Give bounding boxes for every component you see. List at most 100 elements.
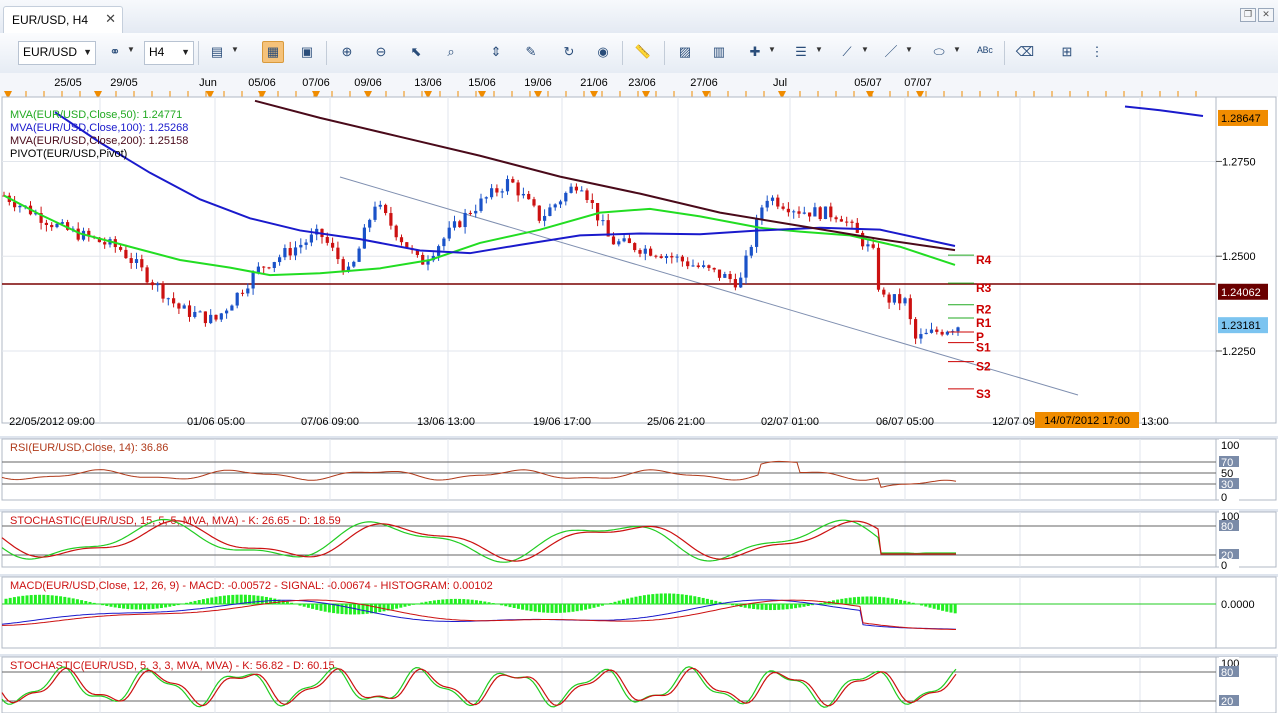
chevron-down-icon[interactable]: ▼ bbox=[231, 45, 239, 54]
panel-legend: STOCHASTIC(EUR/USD, 5, 3, 3, MVA, MVA) -… bbox=[10, 660, 335, 672]
candle-body bbox=[336, 247, 340, 260]
histogram-bar bbox=[592, 604, 596, 608]
main-y-axis: 1.2750 1.2500 1.2250 1.28647 1.24062 1.23181 bbox=[1215, 96, 1277, 424]
candle-body bbox=[717, 269, 722, 278]
candle-body bbox=[267, 267, 271, 269]
price-label: 1.23181 bbox=[1221, 320, 1261, 332]
eraser-icon[interactable]: ⌫ bbox=[1014, 41, 1036, 63]
chevron-down-icon[interactable]: ▼ bbox=[815, 45, 823, 54]
ellipse-icon[interactable]: ⬭ bbox=[928, 41, 950, 63]
histogram-bar bbox=[348, 604, 352, 615]
histogram-bar bbox=[878, 596, 882, 605]
candle-body bbox=[490, 188, 494, 198]
horizontal-lines-icon[interactable]: ☰ bbox=[790, 41, 812, 63]
candle-body bbox=[866, 244, 870, 247]
histogram-bar bbox=[474, 600, 478, 605]
ruler-icon[interactable]: 📏 bbox=[632, 41, 654, 63]
fan-icon[interactable]: ⟋ bbox=[836, 41, 858, 63]
candle-body bbox=[543, 215, 547, 221]
legend-entry: MVA(EUR/USD,Close,200): 1.25158 bbox=[10, 135, 188, 147]
fit-icon[interactable]: ⇕ bbox=[485, 41, 507, 63]
trendline-icon[interactable]: ／ bbox=[880, 41, 902, 63]
edit-icon[interactable]: ✎ bbox=[520, 41, 542, 63]
histogram-bar bbox=[525, 604, 529, 611]
candle-body bbox=[373, 206, 377, 220]
histogram-bar bbox=[936, 604, 940, 610]
symbol-select[interactable]: EUR/USD ▼ bbox=[18, 41, 96, 65]
histogram-bar bbox=[613, 601, 617, 605]
link-icon[interactable]: ⚭ bbox=[104, 41, 126, 63]
histogram-bar bbox=[848, 597, 852, 605]
histogram-bar bbox=[806, 604, 810, 606]
text-tool-icon[interactable]: ᴬᴮᶜ bbox=[974, 41, 996, 63]
histogram-bar bbox=[638, 595, 642, 605]
histogram-bar bbox=[50, 595, 54, 605]
histogram-bar bbox=[584, 604, 588, 610]
candle-body bbox=[680, 256, 684, 262]
histogram-bar bbox=[852, 597, 856, 605]
chevron-down-icon[interactable]: ▼ bbox=[953, 45, 961, 54]
close-icon[interactable]: ✕ bbox=[105, 11, 116, 27]
histogram-bar bbox=[231, 594, 235, 605]
candle-body bbox=[723, 273, 727, 278]
histogram-bar bbox=[29, 595, 33, 605]
top-date-label: 29/05 bbox=[110, 77, 138, 89]
restore-icon[interactable]: ❐ bbox=[1240, 8, 1256, 22]
histogram-bar bbox=[453, 598, 457, 605]
crosshair-icon[interactable]: ✚ bbox=[744, 41, 766, 63]
search-zoom-icon[interactable]: ⌕ bbox=[440, 41, 462, 63]
histogram-bar bbox=[319, 604, 323, 611]
chevron-down-icon[interactable]: ▼ bbox=[861, 45, 869, 54]
histogram-bar bbox=[907, 601, 911, 605]
panel-legend: RSI(EUR/USD,Close, 14): 36.86 bbox=[10, 442, 168, 454]
candle-body bbox=[119, 247, 123, 250]
chevron-down-icon[interactable]: ▼ bbox=[768, 45, 776, 54]
x-tick-label: 19/06 17:00 bbox=[533, 416, 591, 428]
candle-body bbox=[638, 250, 642, 254]
histogram-bar bbox=[466, 599, 470, 605]
histogram-bar bbox=[903, 600, 907, 605]
candle-body bbox=[166, 298, 170, 300]
candle-body bbox=[532, 199, 536, 206]
candle-body bbox=[150, 282, 154, 286]
template-icon[interactable]: ▥ bbox=[708, 41, 730, 63]
candle-body bbox=[643, 248, 647, 254]
candle-body bbox=[702, 265, 706, 267]
zoom-in-icon[interactable]: ⊕ bbox=[336, 41, 358, 63]
chart-tab[interactable]: EUR/USD, H4 ✕ bbox=[3, 6, 123, 33]
x-tick-label: 06/07 05:00 bbox=[876, 416, 934, 428]
candle-body bbox=[813, 207, 817, 217]
price-chart[interactable]: 25/05 29/05 Jun 05/06 07/06 09/06 13/06 15/06 19… bbox=[0, 73, 1278, 713]
candle-body bbox=[256, 266, 260, 273]
histogram-bar bbox=[432, 600, 436, 605]
y-tick-label: 1.2500 bbox=[1222, 251, 1256, 263]
chart-type-icon[interactable]: ▤ bbox=[206, 41, 228, 63]
timeframe-select[interactable]: H4 ▼ bbox=[144, 41, 194, 65]
refresh-icon[interactable]: ↻ bbox=[558, 41, 580, 63]
picture-icon[interactable]: ▨ bbox=[674, 41, 696, 63]
chevron-down-icon[interactable]: ▼ bbox=[127, 45, 135, 54]
hierarchy-icon[interactable]: ⊞ bbox=[1056, 41, 1078, 63]
close-window-icon[interactable]: ✕ bbox=[1258, 8, 1274, 22]
candle-body bbox=[929, 329, 934, 333]
chart-area[interactable]: 25/05 29/05 Jun 05/06 07/06 09/06 13/06 15/06 19… bbox=[0, 73, 1278, 713]
top-date-label: 25/05 bbox=[54, 77, 82, 89]
histogram-bar bbox=[164, 604, 168, 608]
candle-body bbox=[299, 244, 303, 248]
more-icon[interactable]: ⋮ bbox=[1086, 41, 1108, 63]
candle-body bbox=[145, 267, 149, 283]
histogram-bar bbox=[298, 604, 302, 606]
histogram-bar bbox=[764, 604, 768, 610]
zoom-out-icon[interactable]: ⊖ bbox=[370, 41, 392, 63]
histogram-bar bbox=[894, 599, 898, 605]
toolbar-separator bbox=[1004, 41, 1005, 65]
toolbar: EUR/USD ▼ ⚭ ▼ H4 ▼ ▤ ▼ ▦ ▣ ⊕ ⊖ ⬉ ⌕ ⇕ ✎ ↻… bbox=[0, 33, 1278, 74]
indicators-icon[interactable]: ▣ bbox=[296, 41, 318, 63]
globe-icon[interactable]: ◉ bbox=[592, 41, 614, 63]
histogram-bar bbox=[441, 599, 445, 605]
candle-body bbox=[776, 197, 780, 207]
pivot-label: R2 bbox=[976, 303, 992, 317]
chevron-down-icon[interactable]: ▼ bbox=[905, 45, 913, 54]
cursor-icon[interactable]: ⬉ bbox=[405, 41, 427, 63]
candles-icon[interactable]: ▦ bbox=[262, 41, 284, 63]
